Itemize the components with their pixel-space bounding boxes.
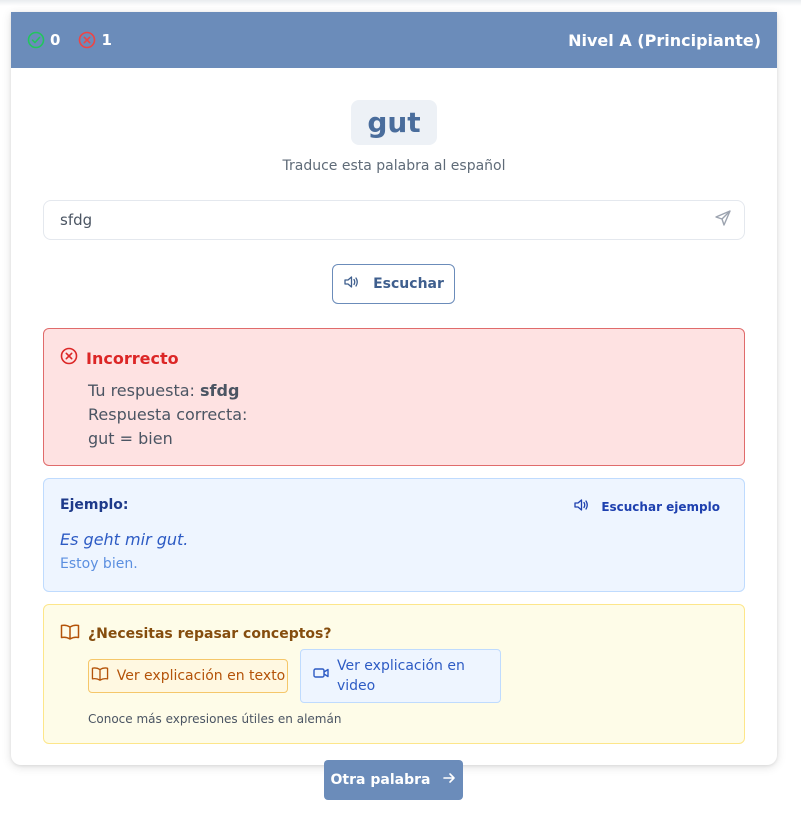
top-divider <box>0 0 801 6</box>
next-word-button[interactable]: Otra palabra <box>324 760 463 800</box>
arrow-right-icon <box>442 771 456 789</box>
book-open-icon <box>60 623 80 645</box>
speaker-icon <box>573 497 589 516</box>
listen-example-button[interactable]: Escuchar ejemplo <box>573 497 720 516</box>
target-word: gut <box>351 100 437 145</box>
video-icon <box>313 666 329 686</box>
review-title-text: ¿Necesitas repasar conceptos? <box>88 626 332 642</box>
level-label: Nivel A (Principiante) <box>568 30 761 50</box>
answer-input[interactable]: sfdg <box>43 200 745 240</box>
video-explanation-label: Ver explicación en video <box>337 658 465 694</box>
feedback-panel: Incorrecto Tu respuesta: sfdg Respuesta … <box>43 328 745 466</box>
word-container: gut <box>11 100 777 145</box>
review-note: Conoce más expresiones útiles en alemán <box>88 712 342 726</box>
x-circle-icon <box>60 347 78 369</box>
feedback-title-text: Incorrecto <box>86 348 179 368</box>
feedback-details: Tu respuesta: sfdg Respuesta correcta: g… <box>88 379 247 451</box>
your-answer-value: sfdg <box>200 381 240 400</box>
answer-value: sfdg <box>60 211 93 229</box>
text-explanation-button[interactable]: Ver explicación en texto <box>88 659 288 693</box>
listen-label: Escuchar <box>373 276 444 292</box>
example-sentence: Es geht mir gut. <box>60 530 189 549</box>
video-explanation-button[interactable]: Ver explicación en video <box>300 649 501 703</box>
example-translation: Estoy bien. <box>60 556 138 572</box>
speaker-icon <box>343 274 359 294</box>
review-panel: ¿Necesitas repasar conceptos? Ver explic… <box>43 604 745 744</box>
book-open-icon <box>91 666 109 686</box>
feedback-title: Incorrecto <box>60 347 179 369</box>
example-label: Ejemplo: <box>60 497 129 513</box>
listen-example-label: Escuchar ejemplo <box>601 499 720 514</box>
vocabulary-card: 0 1 Nivel A (Principiante) gut Traduce e… <box>11 12 777 765</box>
text-explanation-label: Ver explicación en texto <box>116 668 286 684</box>
your-answer-line: Tu respuesta: sfdg <box>88 379 247 403</box>
your-answer-label: Tu respuesta: <box>88 381 195 400</box>
score-counter: 0 1 <box>27 31 124 49</box>
incorrect-count: 1 <box>101 31 112 49</box>
correct-count: 0 <box>50 31 61 49</box>
x-circle-icon <box>78 31 96 49</box>
correct-answer-label: Respuesta correcta: <box>88 405 248 424</box>
example-panel: Ejemplo: Escuchar ejemplo Es geht mir gu… <box>43 478 745 592</box>
listen-button[interactable]: Escuchar <box>332 264 455 304</box>
card-header: 0 1 Nivel A (Principiante) <box>11 12 777 68</box>
correct-score: 0 <box>27 31 60 49</box>
check-circle-icon <box>27 31 45 49</box>
incorrect-score: 1 <box>78 31 112 49</box>
instruction-text: Traduce esta palabra al español <box>282 158 506 174</box>
send-icon[interactable] <box>714 209 732 231</box>
next-word-label: Otra palabra <box>330 772 431 788</box>
review-title: ¿Necesitas repasar conceptos? <box>60 623 332 645</box>
correct-answer-value: gut = bien <box>88 429 173 448</box>
